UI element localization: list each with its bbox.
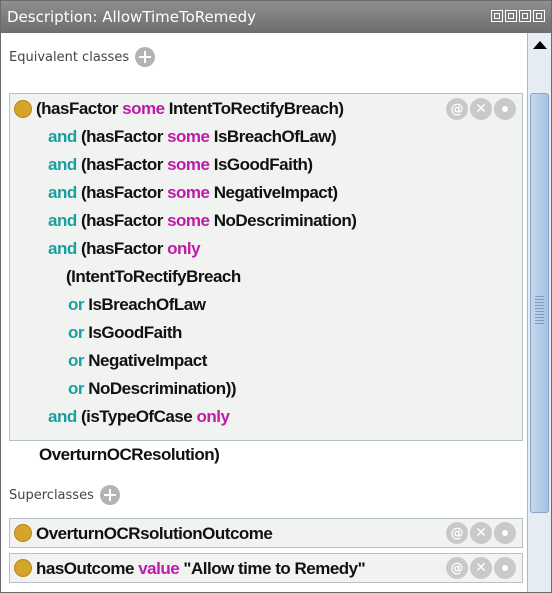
value-keyword: value: [138, 559, 180, 578]
expression-line: and (hasFactor only: [48, 238, 201, 260]
delete-icon[interactable]: ✕: [470, 98, 492, 120]
superclass-text: hasOutcome value "Allow time to Remedy": [36, 558, 366, 580]
equivalent-classes-header: Equivalent classes: [9, 43, 156, 71]
annotate-icon[interactable]: @: [446, 557, 468, 579]
annotate-icon[interactable]: @: [446, 522, 468, 544]
annotate-icon[interactable]: @: [446, 98, 468, 120]
delete-icon[interactable]: ✕: [470, 557, 492, 579]
scroll-grip-icon: [535, 294, 544, 324]
expression-token: IntentToRectifyBreach): [164, 99, 344, 118]
vertical-scrollbar[interactable]: [527, 33, 551, 592]
row-controls: @ ✕: [446, 522, 516, 544]
expression-line: and (hasFactor some NegativeImpact): [48, 182, 338, 204]
expression-token: "Allow time to Remedy": [179, 559, 366, 578]
class-bullet-icon: [14, 524, 32, 542]
expression-token: (isTypeOfCase: [76, 407, 197, 426]
some-keyword: some: [167, 127, 210, 146]
equivalent-class-expression[interactable]: @ ✕ (hasFactor some IntentToRectifyBreac…: [9, 93, 523, 441]
expression-token: (hasFactor: [76, 155, 168, 174]
expression-line: and (isTypeOfCase only: [48, 406, 230, 428]
close-icon[interactable]: [533, 10, 545, 22]
expression-trailing-line: OverturnOCResolution): [39, 445, 220, 464]
edit-icon[interactable]: [494, 557, 516, 579]
class-bullet-icon: [14, 100, 32, 118]
description-content: Equivalent classes @ ✕ (hasFactor some I…: [1, 33, 527, 592]
equivalent-classes-label: Equivalent classes: [9, 49, 130, 65]
and-keyword: and: [48, 127, 77, 146]
tile-icon[interactable]: [491, 10, 503, 22]
window-title: Description: AllowTimeToRemedy: [7, 8, 257, 26]
expression-token: (hasFactor: [76, 211, 168, 230]
scroll-thumb[interactable]: [530, 93, 549, 513]
description-window: Description: AllowTimeToRemedy Equivalen…: [0, 0, 552, 593]
expression-token: (hasFactor: [76, 239, 168, 258]
superclass-row[interactable]: hasOutcome value "Allow time to Remedy" …: [9, 553, 523, 583]
superclasses-header: Superclasses: [9, 481, 120, 509]
expression-line: or IsGoodFaith: [68, 322, 182, 344]
row-controls: @ ✕: [446, 98, 516, 120]
superclass-row[interactable]: OverturnOCRsolutionOutcome @ ✕: [9, 518, 523, 548]
expression-line: or NegativeImpact: [68, 350, 207, 372]
edit-icon[interactable]: [494, 98, 516, 120]
expression-token: OverturnOCRsolutionOutcome: [36, 524, 273, 543]
or-keyword: or: [68, 379, 85, 398]
and-keyword: and: [48, 211, 77, 230]
expression-token: (IntentToRectifyBreach: [66, 267, 241, 286]
some-keyword: some: [122, 99, 165, 118]
expression-token: NegativeImpact): [209, 183, 338, 202]
window-buttons: [491, 10, 545, 22]
expression-line: (hasFactor some IntentToRectifyBreach): [36, 98, 344, 120]
title-bar: Description: AllowTimeToRemedy: [1, 1, 551, 33]
scroll-up-icon[interactable]: [533, 41, 547, 49]
row-controls: @ ✕: [446, 557, 516, 579]
expression-line: and (hasFactor some IsBreachOfLaw): [48, 126, 337, 148]
and-keyword: and: [48, 155, 77, 174]
expression-token: (hasFactor: [76, 183, 168, 202]
float-icon[interactable]: [505, 10, 517, 22]
or-keyword: or: [68, 323, 85, 342]
and-keyword: and: [48, 407, 77, 426]
and-keyword: and: [48, 239, 77, 258]
expression-line: and (hasFactor some NoDescrimination): [48, 210, 357, 232]
some-keyword: some: [167, 183, 210, 202]
add-equivalent-class-icon[interactable]: [135, 47, 156, 67]
or-keyword: or: [68, 295, 85, 314]
superclass-text: OverturnOCRsolutionOutcome: [36, 523, 273, 545]
and-keyword: and: [48, 183, 77, 202]
edit-icon[interactable]: [494, 522, 516, 544]
expression-token: IsBreachOfLaw: [84, 295, 206, 314]
some-keyword: some: [167, 211, 210, 230]
or-keyword: or: [68, 351, 85, 370]
expression-token: (hasFactor: [76, 127, 168, 146]
some-keyword: some: [167, 155, 210, 174]
expression-token: IsBreachOfLaw): [209, 127, 337, 146]
expression-token: (hasFactor: [36, 99, 123, 118]
add-superclass-icon[interactable]: [99, 485, 120, 505]
expression-line: or NoDescrimination)): [68, 378, 237, 400]
expression-token: IsGoodFaith: [84, 323, 182, 342]
class-bullet-icon: [14, 559, 32, 577]
only-keyword: only: [167, 239, 201, 258]
expression-token: IsGoodFaith): [209, 155, 313, 174]
expression-token: NegativeImpact: [84, 351, 207, 370]
expression-token: hasOutcome: [36, 559, 139, 578]
expression-token: NoDescrimination)): [84, 379, 237, 398]
expression-line: or IsBreachOfLaw: [68, 294, 206, 316]
delete-icon[interactable]: ✕: [470, 522, 492, 544]
maximize-icon[interactable]: [519, 10, 531, 22]
expression-line: and (hasFactor some IsGoodFaith): [48, 154, 313, 176]
expression-token: NoDescrimination): [209, 211, 357, 230]
expression-line: (IntentToRectifyBreach: [66, 266, 241, 288]
superclasses-label: Superclasses: [9, 487, 94, 503]
only-keyword: only: [196, 407, 230, 426]
